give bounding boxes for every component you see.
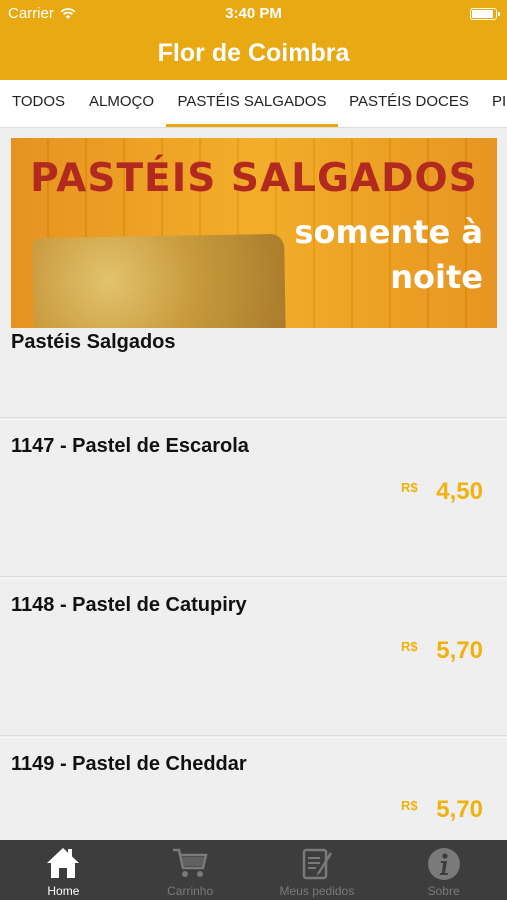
- category-title: Pastéis Salgados: [11, 331, 176, 353]
- item-price: 5,70: [436, 796, 483, 823]
- banner-subtitle-line1: somente à: [294, 213, 483, 251]
- tabbar-meus-pedidos[interactable]: Meus pedidos: [254, 840, 381, 900]
- tabbar-label: Home: [47, 884, 80, 898]
- tabbar-label: Carrinho: [167, 884, 214, 898]
- category-tabs: TODOS ALMOÇO PASTÉIS SALGADOS PASTÉIS DO…: [0, 80, 507, 128]
- item-currency: R$: [401, 639, 418, 654]
- category-banner: PASTÉIS SALGADOS somente à noite: [11, 138, 497, 328]
- tabbar-label: Sobre: [427, 884, 460, 898]
- tab-label: PI: [492, 93, 507, 110]
- item-name: 1147 - Pastel de Escarola: [11, 435, 249, 457]
- item-name: 1148 - Pastel de Catupiry: [11, 594, 247, 616]
- info-icon: [427, 848, 460, 880]
- bottom-tab-bar: Home Carrinho Meus pedidos Sobre: [0, 840, 507, 900]
- tab-pasteis-salgados[interactable]: PASTÉIS SALGADOS: [166, 80, 338, 127]
- banner-subtitle-line2: noite: [390, 258, 483, 296]
- item-price: 4,50: [436, 478, 483, 505]
- tab-pi[interactable]: PI: [480, 80, 507, 127]
- tabbar-label: Meus pedidos: [279, 884, 355, 898]
- orders-icon: [302, 848, 332, 880]
- item-currency: R$: [401, 480, 418, 495]
- tab-label: ALMOÇO: [88, 93, 154, 110]
- list-item[interactable]: 1147 - Pastel de Escarola R$ 4,50: [0, 419, 507, 577]
- product-list[interactable]: PASTÉIS SALGADOS somente à noite Pastéis…: [0, 128, 507, 840]
- tab-label: TODOS: [11, 93, 66, 110]
- item-price: 5,70: [436, 637, 483, 664]
- home-icon: [47, 848, 80, 878]
- cart-icon: [173, 848, 208, 877]
- item-name: 1149 - Pastel de Cheddar: [11, 753, 247, 775]
- category-header: PASTÉIS SALGADOS somente à noite Pastéis…: [0, 128, 507, 418]
- status-bar: Carrier 3:40 PM: [0, 0, 507, 28]
- list-item[interactable]: 1148 - Pastel de Catupiry R$ 5,70: [0, 578, 507, 736]
- tab-label: PASTÉIS SALGADOS: [177, 93, 327, 110]
- tab-pasteis-doces[interactable]: PASTÉIS DOCES: [338, 80, 480, 127]
- app-title: Flor de Coimbra: [157, 39, 350, 67]
- tab-almoco[interactable]: ALMOÇO: [77, 80, 166, 127]
- tab-label: PASTÉIS DOCES: [349, 93, 469, 110]
- tabbar-sobre[interactable]: Sobre: [380, 840, 507, 900]
- list-item[interactable]: 1149 - Pastel de Cheddar R$ 5,70: [0, 737, 507, 840]
- banner-headline: PASTÉIS SALGADOS: [30, 156, 478, 201]
- status-time: 3:40 PM: [225, 5, 282, 22]
- tabbar-carrinho[interactable]: Carrinho: [127, 840, 254, 900]
- tabbar-home[interactable]: Home: [0, 840, 127, 900]
- tab-todos[interactable]: TODOS: [0, 80, 77, 127]
- item-currency: R$: [401, 798, 418, 813]
- battery-icon: [470, 8, 500, 20]
- nav-bar: Flor de Coimbra: [0, 28, 507, 80]
- pastry-image: [32, 233, 286, 328]
